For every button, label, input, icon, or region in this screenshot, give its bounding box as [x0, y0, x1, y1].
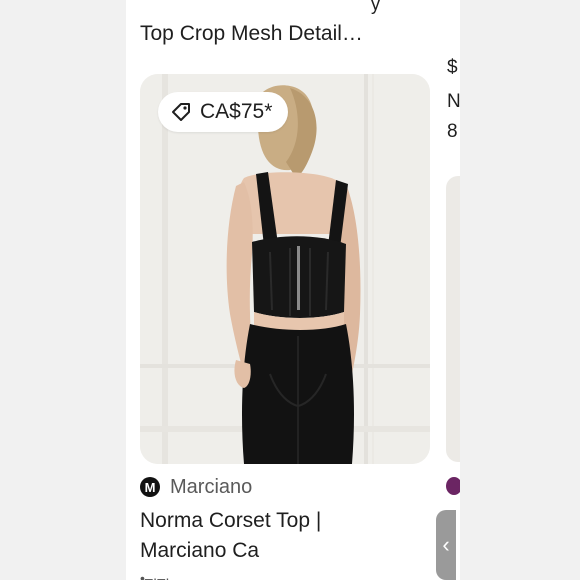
product-title-line-2: Marciano Ca	[140, 539, 260, 562]
next-product-card-edge[interactable]: $ N 8	[444, 0, 460, 580]
product-title-line-1: Norma Corset Top |	[140, 509, 322, 532]
shopping-results-panel: y Top Crop Mesh Detail… CA$75* M Marcian…	[126, 0, 454, 580]
next-card-image	[446, 176, 460, 462]
previous-card-text-fragment: y	[371, 0, 380, 14]
merchant-row[interactable]: M Marciano	[140, 474, 252, 500]
price-chip: CA$75*	[158, 92, 289, 132]
next-card-merchant-logo	[446, 477, 460, 495]
product-photo	[140, 74, 430, 464]
next-card-title-fragment-1: N	[447, 91, 460, 112]
product-image[interactable]: CA$75*	[140, 74, 430, 464]
chevron-left-icon[interactable]: ‹	[436, 510, 456, 580]
price-label: CA$75*	[200, 100, 273, 123]
truncated-text-fragment: •–·–·	[140, 570, 170, 580]
merchant-logo: M	[140, 477, 160, 497]
previous-product-title[interactable]: Top Crop Mesh Detail…	[140, 20, 440, 48]
next-card-title-fragment-2: 8	[447, 121, 458, 142]
next-card-price-fragment: $	[447, 57, 458, 78]
merchant-name: Marciano	[170, 475, 253, 498]
product-title[interactable]: Norma Corset Top | Marciano Ca	[140, 506, 440, 566]
tag-icon	[170, 101, 192, 123]
right-margin	[454, 0, 580, 580]
